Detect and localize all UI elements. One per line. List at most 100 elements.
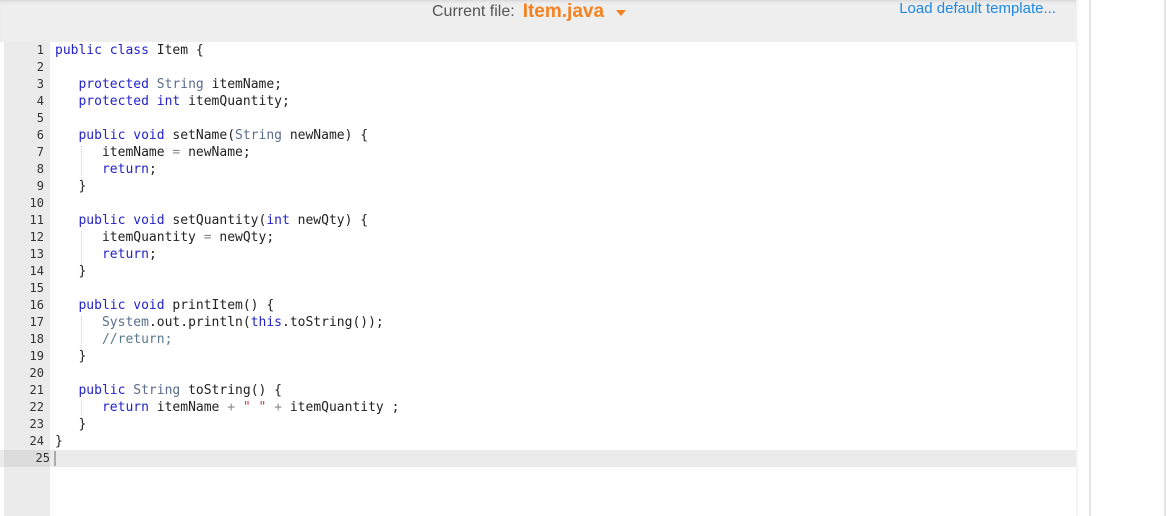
code-line[interactable]: 11 public void setQuantity(int newQty) { xyxy=(0,212,1076,229)
code-text: public String toString() { xyxy=(55,382,282,399)
code-line[interactable]: 15 xyxy=(0,280,1076,297)
line-number-text: 18 xyxy=(29,332,44,346)
code-token: public void xyxy=(78,298,173,313)
line-number-text: 12 xyxy=(29,230,44,244)
code-token: itemQuantity xyxy=(55,230,204,245)
code-token: " " xyxy=(242,400,275,415)
line-number: 4 xyxy=(4,93,44,110)
code-text: protected int itemQuantity; xyxy=(55,93,290,110)
code-line[interactable]: 1 public class Item { xyxy=(0,42,1076,59)
code-line[interactable]: 23 } xyxy=(0,416,1076,433)
code-token: public xyxy=(78,383,134,398)
side-panel xyxy=(1089,0,1166,516)
code-line[interactable]: 12 itemQuantity = newQty; xyxy=(0,229,1076,246)
code-token: //return; xyxy=(101,332,173,347)
line-number: 20 xyxy=(4,365,44,382)
code-token: itemName; xyxy=(211,77,283,92)
code-line[interactable]: 10 xyxy=(0,195,1076,212)
code-line[interactable]: 4 protected int itemQuantity; xyxy=(0,93,1076,110)
code-token: String xyxy=(156,77,212,92)
code-line[interactable]: 6 public void setName(String newName) { xyxy=(0,127,1076,144)
code-line[interactable]: 21 public String toString() { xyxy=(0,382,1076,399)
line-number-text: 20 xyxy=(29,366,44,380)
code-text: //return; xyxy=(55,331,172,348)
line-number: 1 xyxy=(4,42,44,59)
code-text: } xyxy=(55,433,63,450)
line-number: 11 xyxy=(4,212,44,229)
code-line[interactable]: 7 itemName = newName; xyxy=(0,144,1076,161)
line-number-text: 8 xyxy=(36,162,44,176)
code-token: } xyxy=(55,179,87,194)
line-number: 19 xyxy=(4,348,44,365)
code-text: return itemName + " " + itemQuantity ; xyxy=(55,399,399,416)
code-token: String xyxy=(235,128,290,143)
line-number-text: 2 xyxy=(36,60,44,74)
code-text: } xyxy=(55,416,86,433)
code-line[interactable]: 16 public void printItem() { xyxy=(0,297,1076,314)
caret-down-icon xyxy=(616,10,627,16)
line-number-text: 15 xyxy=(29,281,44,295)
code-text: return; xyxy=(55,246,157,263)
line-number-text: 5 xyxy=(36,111,44,125)
line-number: 10 xyxy=(4,195,44,212)
line-number: 6 xyxy=(4,127,44,144)
code-line[interactable]: 22 return itemName + " " + itemQuantity … xyxy=(0,399,1076,416)
code-line[interactable]: 3 protected String itemName; xyxy=(0,76,1076,93)
line-number: 24 xyxy=(4,433,44,450)
line-number-text: 10 xyxy=(29,196,44,210)
current-file-dropdown[interactable]: Item.java xyxy=(523,1,627,23)
code-line[interactable]: 25 xyxy=(0,450,1076,467)
code-line[interactable]: 18 //return; xyxy=(0,331,1076,348)
code-text: public class Item { xyxy=(55,42,204,59)
indent-guide xyxy=(81,316,82,350)
code-line[interactable]: 19 } xyxy=(0,348,1076,365)
line-number: 16 xyxy=(4,297,44,314)
code-token: .toString()); xyxy=(282,315,384,330)
code-line[interactable]: 2 xyxy=(0,59,1076,76)
code-editor[interactable]: 1 public class Item { 2 3 protected String … xyxy=(0,42,1076,516)
line-number: 15 xyxy=(4,280,44,297)
code-line[interactable]: 5 xyxy=(0,110,1076,127)
code-token: newName; xyxy=(188,145,251,160)
code-line[interactable]: 14 } xyxy=(0,263,1076,280)
code-text: itemQuantity = newQty; xyxy=(55,229,274,246)
line-number: 2 xyxy=(4,59,44,76)
file-toolbar: Current file: Item.java Load default tem… xyxy=(0,0,1076,42)
code-line[interactable]: 24} xyxy=(0,433,1076,450)
code-token: setName( xyxy=(172,128,236,143)
code-token: itemName xyxy=(55,145,173,160)
line-number: 25 xyxy=(4,450,50,467)
code-token: return xyxy=(101,400,157,415)
line-number-text: 16 xyxy=(29,298,44,312)
code-token: Item { xyxy=(156,43,204,58)
line-number: 22 xyxy=(4,399,44,416)
line-number: 7 xyxy=(4,144,44,161)
line-number-text: 11 xyxy=(29,213,44,227)
load-default-template-link[interactable]: Load default template... xyxy=(899,0,1056,18)
code-line[interactable]: 13 return; xyxy=(0,246,1076,263)
code-token: return xyxy=(101,247,149,262)
code-text: public void setQuantity(int newQty) { xyxy=(55,212,368,229)
code-token: String xyxy=(133,383,189,398)
code-text: public void printItem() { xyxy=(55,297,274,314)
code-token: = xyxy=(172,145,189,160)
code-token: itemQuantity; xyxy=(188,94,290,109)
code-line[interactable]: 20 xyxy=(0,365,1076,382)
code-token: } xyxy=(55,264,87,279)
code-line[interactable]: 9 } xyxy=(0,178,1076,195)
line-number: 13 xyxy=(4,246,44,263)
text-cursor xyxy=(54,451,56,466)
line-number: 9 xyxy=(4,178,44,195)
code-line[interactable]: 17 System.out.println(this.toString()); xyxy=(0,314,1076,331)
line-number: 18 xyxy=(4,331,44,348)
code-token: toString() { xyxy=(188,383,282,398)
current-file-selector: Current file: Item.java xyxy=(432,0,627,24)
code-line[interactable]: 8 return; xyxy=(0,161,1076,178)
line-number-text: 1 xyxy=(36,43,44,57)
